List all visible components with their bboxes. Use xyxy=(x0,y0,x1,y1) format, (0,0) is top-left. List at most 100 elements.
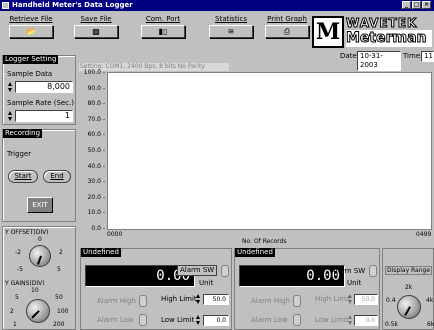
y-gains-knob[interactable] xyxy=(26,299,50,323)
offset-label-0: 0 xyxy=(38,236,42,243)
save-file-button[interactable]: ▩ xyxy=(74,25,118,38)
panel2-high-limit-input: 50.0 xyxy=(354,294,378,305)
recording-group: Recording Trigger Start End EXIT xyxy=(2,129,76,222)
logo-line2-text: Meterman xyxy=(346,30,428,47)
panel1-high-limit-input[interactable]: 50.0 xyxy=(203,294,229,305)
sample-data-spinner-icon[interactable] xyxy=(8,82,13,92)
panel1-alarm-high-led xyxy=(139,295,147,307)
save-file-label: Save File xyxy=(80,15,112,23)
panel1-low-spinner-icon[interactable] xyxy=(196,315,201,325)
retrieve-file-label: Retrieve File xyxy=(9,15,53,23)
y-tick-label: 90.0 - xyxy=(87,84,105,92)
statistics-icon: ≋ xyxy=(227,27,235,36)
y-tick-label: 40.0 - xyxy=(87,162,105,170)
com-port-label: Com. Port xyxy=(145,15,181,23)
minimize-button[interactable]: _ xyxy=(402,1,411,9)
panel1-alarm-low-led xyxy=(139,314,147,326)
start-button[interactable]: Start xyxy=(8,170,38,183)
panel2-title: Undefined xyxy=(235,248,275,257)
y-tick-label: 60.0 - xyxy=(87,131,105,139)
end-label: End xyxy=(50,172,64,180)
knobs-group: Y OFFSET(DIV) 0 -2 2 -5 5 Y GAINS(DIV) 1… xyxy=(2,226,76,330)
x-tick-end: 0499 xyxy=(416,231,432,238)
print-graph-item: Print Graph ⎙ xyxy=(262,15,312,38)
time-value: 11:13:02 xyxy=(421,51,434,62)
panel2-readout: 0.00 xyxy=(239,265,345,287)
panel2-alarm-low-label: Alarm Low xyxy=(251,316,288,324)
sample-rate-input[interactable]: 1 xyxy=(15,110,73,122)
close-button[interactable]: × xyxy=(422,1,431,9)
display-range-title: Display Range xyxy=(385,266,433,275)
brand-logo: M WAVETEK Meterman xyxy=(310,14,432,50)
panel1-low-limit-input[interactable]: 0.0 xyxy=(203,315,229,326)
panel1-alarm-high-label: Alarm High xyxy=(97,297,136,305)
y-tick-label: 0.0 - xyxy=(91,225,105,232)
panel1-low-limit-label: Low Limit xyxy=(161,316,195,324)
plot-area xyxy=(107,72,432,230)
panel1-alarm-sw-label: Alarm SW xyxy=(180,266,215,274)
panel2-alarm-low-led xyxy=(293,314,301,326)
gains-label-4: 100 xyxy=(57,308,69,315)
range-label-2k: 2k xyxy=(405,284,413,291)
panel2-alarm-sw-label: Alarm SW xyxy=(331,267,366,275)
panel2-alarm-sw-toggle[interactable] xyxy=(369,265,377,277)
gains-label-6: 200 xyxy=(53,321,65,328)
panel2-alarm-high-label: Alarm High xyxy=(251,297,290,305)
range-label-0-5k: 0.5k xyxy=(385,321,399,328)
print-graph-label: Print Graph xyxy=(267,15,307,23)
y-tick-label: 10.0 - xyxy=(87,209,105,217)
retrieve-file-item: Retrieve File 📂 xyxy=(6,15,56,38)
gains-label-2: 50 xyxy=(55,294,63,301)
statistics-button[interactable]: ≋ xyxy=(209,25,253,38)
app-icon xyxy=(2,2,9,9)
panel1-title: Undefined xyxy=(81,248,121,257)
y-tick-label: 70.0 - xyxy=(87,115,105,123)
serial-port-icon: ▮▯ xyxy=(158,27,168,36)
panel1-alarm-sw-toggle[interactable] xyxy=(221,265,229,277)
y-offset-knob[interactable] xyxy=(29,245,51,267)
panel1-high-spinner-icon[interactable] xyxy=(196,294,201,304)
title-bar: Handheld Meter's Data Logger _ □ × xyxy=(0,0,434,11)
printer-icon: ⎙ xyxy=(283,27,291,36)
exit-button[interactable]: EXIT xyxy=(27,197,53,213)
panel1-alarm-low-label: Alarm Low xyxy=(97,316,134,324)
display-range-knob[interactable] xyxy=(397,295,421,319)
range-label-6k: 6k xyxy=(427,321,434,328)
range-label-4k: 4k xyxy=(426,297,434,304)
panel2-low-limit-label: Low Limit xyxy=(315,316,349,324)
y-offset-title: Y OFFSET(DIV) xyxy=(5,229,49,236)
offset-label-3: -5 xyxy=(17,266,23,273)
save-file-item: Save File ▩ xyxy=(72,15,120,38)
display-range-group: Display Range 2k 0.4 4k 0.5k 6k xyxy=(382,248,434,330)
recording-title: Recording xyxy=(3,129,43,138)
sample-data-label: Sample Data xyxy=(7,70,53,78)
retrieve-file-button[interactable]: 📂 xyxy=(9,25,53,38)
end-button[interactable]: End xyxy=(43,170,71,183)
y-offset-pointer xyxy=(36,255,42,265)
offset-label-2: 2 xyxy=(59,249,63,256)
panel1-high-limit-label: High Limit xyxy=(161,295,197,303)
panel1-alarm-sw-button[interactable]: Alarm SW xyxy=(177,265,218,276)
y-tick-label: 50.0 - xyxy=(87,147,105,154)
offset-label-4: 5 xyxy=(57,266,61,273)
print-graph-button[interactable]: ⎙ xyxy=(265,25,309,38)
sample-data-input[interactable]: 8,000 xyxy=(15,81,73,93)
gains-label-0: 10 xyxy=(31,287,39,294)
maximize-button[interactable]: □ xyxy=(412,1,421,9)
logo-line2: Meterman xyxy=(346,30,432,47)
chart-area: Setting: COM1, 2400 Bps, 8 bits No Parit… xyxy=(79,63,432,245)
sample-rate-spinner-icon[interactable] xyxy=(8,111,13,121)
panel2-low-spinner-icon xyxy=(348,315,353,325)
x-tick-start: 0000 xyxy=(107,231,123,238)
y-gains-pointer xyxy=(31,310,40,319)
channel-panel-2: Undefined 0.00 Unit Alarm SW Alarm High … xyxy=(234,248,380,330)
y-tick-label: 20.0 - xyxy=(87,193,105,201)
gains-label-3: 2 xyxy=(10,308,14,315)
y-tick-label: 30.0 - xyxy=(87,178,105,186)
panel2-unit: Unit xyxy=(347,279,362,287)
display-range-pointer xyxy=(404,306,411,317)
logger-setting-title: Logger Setting xyxy=(3,55,59,64)
panel2-alarm-high-led xyxy=(293,295,301,307)
logo-line1: WAVETEK xyxy=(346,16,418,31)
com-port-button[interactable]: ▮▯ xyxy=(141,25,185,38)
